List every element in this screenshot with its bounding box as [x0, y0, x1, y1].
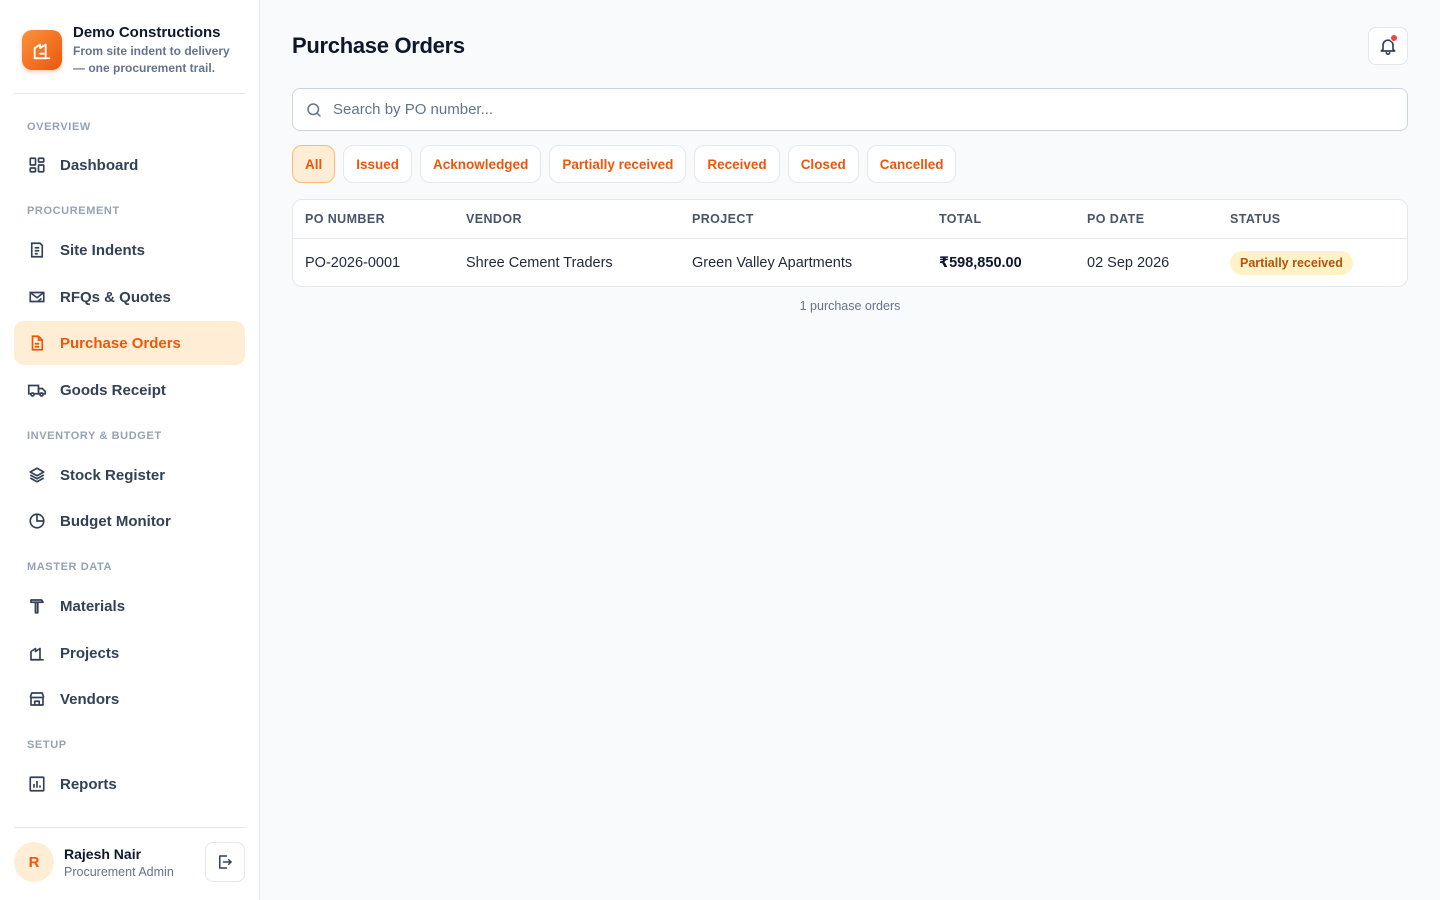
sidebar-divider: [14, 93, 245, 94]
notifications-button[interactable]: [1368, 27, 1408, 65]
sidebar: Demo Constructions From site indent to d…: [0, 0, 260, 900]
cell-vendor: Shree Cement Traders: [466, 255, 613, 271]
status-filters: All Issued Acknowledged Partially receiv…: [292, 145, 957, 183]
filter-chip-partially-received[interactable]: Partially received: [549, 145, 687, 183]
store-icon: [27, 689, 47, 709]
sidebar-item-label: Dashboard: [60, 156, 139, 174]
sidebar-item-label: Projects: [60, 644, 120, 662]
brand-tagline: From site indent to delivery — one procu…: [73, 44, 230, 75]
filter-chip-closed[interactable]: Closed: [787, 145, 859, 183]
sidebar-item-budget-monitor[interactable]: Budget Monitor: [14, 499, 245, 543]
sidebar-item-materials[interactable]: Materials: [14, 584, 245, 628]
dashboard-icon: [27, 155, 47, 175]
sidebar-item-label: RFQs & Quotes: [60, 288, 171, 306]
brand-logo: [22, 30, 62, 70]
brand: Demo Constructions From site indent to d…: [22, 24, 244, 94]
nav-section-setup: SETUP: [27, 739, 67, 751]
notification-dot: [1390, 34, 1398, 42]
truck-icon: [27, 380, 47, 400]
search-bar: [292, 88, 1408, 131]
status-badge: Partially received: [1230, 251, 1353, 275]
sidebar-item-rfqs-quotes[interactable]: RFQs & Quotes: [14, 275, 245, 319]
sidebar-item-dashboard[interactable]: Dashboard: [14, 143, 245, 187]
sidebar-item-label: Site Indents: [60, 241, 146, 259]
sidebar-item-reports[interactable]: Reports: [14, 762, 245, 806]
column-header-po-number[interactable]: PO NUMBER: [305, 212, 385, 226]
search-input[interactable]: [333, 101, 1393, 118]
sidebar-divider: [14, 827, 245, 828]
nav-section-inventory-budget: INVENTORY & BUDGET: [27, 430, 162, 442]
cell-po-date: 02 Sep 2026: [1087, 255, 1170, 271]
results-count: 1 purchase orders: [799, 299, 901, 313]
sidebar-item-projects[interactable]: Projects: [14, 631, 245, 675]
user-role: Procurement Admin: [64, 865, 174, 879]
sidebar-item-label: Purchase Orders: [60, 334, 181, 352]
purchase-orders-table: PO NUMBER VENDOR PROJECT TOTAL PO DATE S…: [292, 199, 1408, 287]
filter-chip-acknowledged[interactable]: Acknowledged: [420, 145, 542, 183]
cell-project: Green Valley Apartments: [692, 255, 853, 271]
hammer-icon: [27, 596, 47, 616]
building-icon: [33, 43, 51, 60]
sidebar-item-label: Reports: [60, 775, 117, 793]
bar-chart-icon: [27, 774, 47, 794]
cell-po-number: PO-2026-0001: [305, 255, 401, 271]
sidebar-item-goods-receipt[interactable]: Goods Receipt: [14, 368, 245, 412]
document-list-icon: [27, 240, 47, 260]
sidebar-item-stock-register[interactable]: Stock Register: [14, 453, 245, 497]
sidebar-item-vendors[interactable]: Vendors: [14, 677, 245, 721]
avatar: R: [14, 842, 54, 882]
sidebar-item-site-indents[interactable]: Site Indents: [14, 228, 245, 272]
nav-section-overview: OVERVIEW: [27, 121, 91, 133]
logout-button[interactable]: [205, 842, 245, 882]
filter-chip-received[interactable]: Received: [694, 145, 780, 183]
table-row[interactable]: PO-2026-0001 Shree Cement Traders Green …: [293, 239, 1407, 286]
pie-chart-icon: [27, 511, 47, 531]
user-name: Rajesh Nair: [64, 846, 142, 862]
sidebar-item-label: Vendors: [60, 690, 120, 708]
column-header-project[interactable]: PROJECT: [692, 212, 754, 226]
table-header: PO NUMBER VENDOR PROJECT TOTAL PO DATE S…: [293, 200, 1407, 239]
building-icon: [27, 643, 47, 663]
layers-icon: [27, 465, 47, 485]
sidebar-item-label: Materials: [60, 597, 126, 615]
filter-chip-all[interactable]: All: [292, 145, 336, 183]
column-header-total[interactable]: TOTAL: [939, 212, 982, 226]
column-header-po-date[interactable]: PO DATE: [1087, 212, 1144, 226]
logout-icon: [219, 855, 232, 869]
document-icon: [27, 333, 47, 353]
sidebar-item-label: Budget Monitor: [60, 512, 171, 530]
nav-section-procurement: PROCUREMENT: [27, 205, 120, 217]
page-title: Purchase Orders: [292, 33, 465, 58]
search-icon: [307, 102, 321, 117]
nav-section-master-data: MASTER DATA: [27, 561, 113, 573]
filter-chip-cancelled[interactable]: Cancelled: [866, 145, 957, 183]
filter-chip-issued[interactable]: Issued: [343, 145, 413, 183]
cell-total: ₹598,850.00: [939, 255, 1022, 271]
column-header-status[interactable]: STATUS: [1230, 212, 1281, 226]
column-header-vendor[interactable]: VENDOR: [466, 212, 522, 226]
sidebar-item-purchase-orders[interactable]: Purchase Orders: [14, 321, 245, 365]
sidebar-item-label: Stock Register: [60, 466, 166, 484]
mail-send-icon: [27, 287, 47, 307]
brand-name: Demo Constructions: [73, 24, 221, 41]
sidebar-item-label: Goods Receipt: [60, 381, 166, 399]
